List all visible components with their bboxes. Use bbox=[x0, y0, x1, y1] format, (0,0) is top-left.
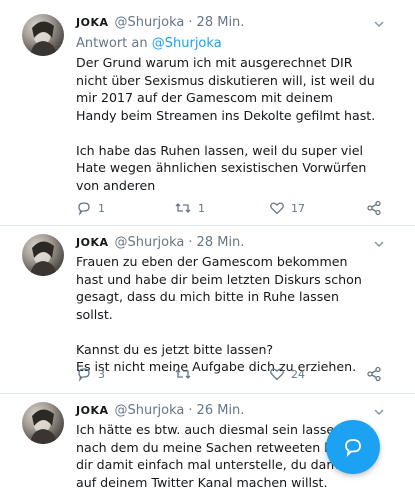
separator-dot: · bbox=[188, 235, 193, 250]
separator-dot: · bbox=[188, 403, 193, 418]
tweet-actions: 1 1 17 bbox=[76, 200, 386, 220]
reply-handle-link[interactable]: @Shurjoka bbox=[152, 36, 222, 51]
like-button[interactable]: 17 bbox=[269, 200, 305, 216]
user-handle[interactable]: @Shurjoka bbox=[114, 235, 184, 250]
retweet-button[interactable] bbox=[174, 366, 198, 382]
reply-prefix: Antwort an bbox=[76, 36, 148, 51]
share-icon bbox=[367, 366, 381, 382]
retweet-icon bbox=[175, 369, 191, 379]
reply-context: Antwort an @Shurjoka bbox=[76, 36, 222, 51]
reply-count: 1 bbox=[98, 201, 105, 215]
like-count: 17 bbox=[291, 201, 305, 215]
divider bbox=[0, 393, 415, 394]
avatar[interactable] bbox=[22, 402, 64, 444]
chevron-down-icon[interactable] bbox=[373, 235, 385, 254]
avatar[interactable] bbox=[22, 234, 64, 276]
tweet-header: JOKA @Shurjoka · 28 Min. bbox=[76, 235, 244, 253]
user-handle[interactable]: @Shurjoka bbox=[114, 15, 184, 30]
avatar-image bbox=[30, 241, 57, 276]
compose-reply-button[interactable] bbox=[326, 420, 380, 474]
timestamp[interactable]: 28 Min. bbox=[197, 235, 245, 250]
tweet-header: JOKA @Shurjoka · 26 Min. bbox=[76, 403, 244, 421]
like-icon bbox=[270, 202, 284, 215]
reply-count: 3 bbox=[98, 367, 105, 381]
share-button[interactable] bbox=[366, 200, 382, 216]
tweet-text: Frauen zu eben der Gamescom bekommen has… bbox=[76, 254, 362, 374]
tweet-text: Der Grund warum ich mit ausgerechnet DIR… bbox=[76, 55, 376, 193]
user-handle[interactable]: @Shurjoka bbox=[114, 403, 184, 418]
tweet-header: JOKA @Shurjoka · 28 Min. bbox=[76, 15, 244, 33]
share-button[interactable] bbox=[366, 366, 382, 382]
chevron-down-icon[interactable] bbox=[373, 15, 385, 34]
chevron-down-icon[interactable] bbox=[373, 403, 385, 422]
retweet-icon bbox=[175, 203, 191, 213]
timestamp[interactable]: 26 Min. bbox=[197, 403, 245, 418]
retweet-button[interactable]: 1 bbox=[174, 200, 205, 216]
retweet-count: 1 bbox=[198, 201, 205, 215]
like-button[interactable]: 24 bbox=[269, 366, 305, 382]
reply-button[interactable]: 1 bbox=[76, 200, 105, 216]
like-count: 24 bbox=[291, 367, 305, 381]
avatar-image bbox=[30, 21, 57, 56]
compose-reply-icon bbox=[345, 439, 361, 457]
display-name[interactable]: JOKA bbox=[76, 236, 108, 249]
reply-icon bbox=[78, 368, 90, 382]
avatar-image bbox=[30, 409, 57, 444]
display-name[interactable]: JOKA bbox=[76, 404, 108, 417]
share-icon bbox=[367, 200, 381, 216]
timestamp[interactable]: 28 Min. bbox=[197, 15, 245, 30]
display-name[interactable]: JOKA bbox=[76, 16, 108, 29]
like-icon bbox=[270, 368, 284, 381]
tweet-actions: 3 24 bbox=[76, 366, 386, 386]
separator-dot: · bbox=[188, 15, 193, 30]
avatar[interactable] bbox=[22, 14, 64, 56]
divider bbox=[0, 225, 415, 226]
reply-icon bbox=[78, 202, 90, 216]
reply-button[interactable]: 3 bbox=[76, 366, 105, 382]
